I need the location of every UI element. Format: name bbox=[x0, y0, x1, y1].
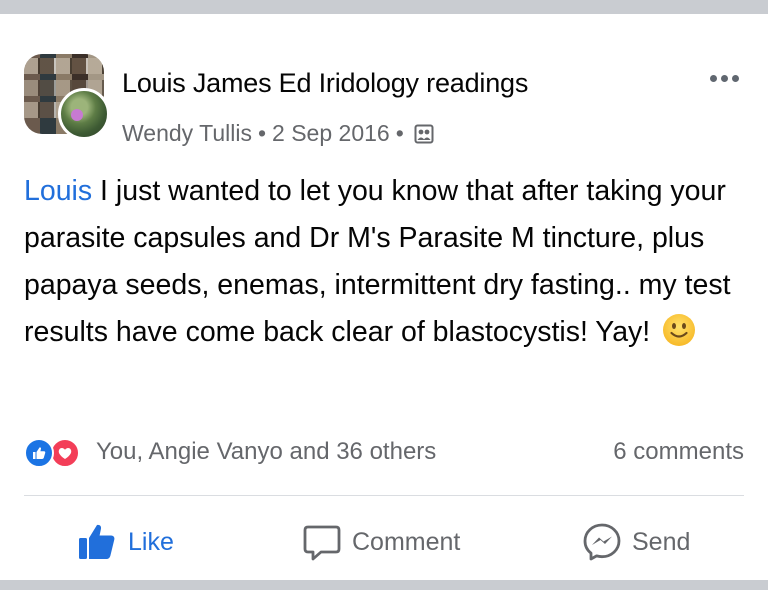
reactions-summary[interactable]: You, Angie Vanyo and 36 others 6 comment… bbox=[24, 434, 744, 472]
mention-link[interactable]: Louis bbox=[24, 175, 92, 207]
group-avatar[interactable] bbox=[24, 54, 110, 140]
like-button[interactable]: Like bbox=[76, 514, 174, 570]
messenger-icon bbox=[583, 523, 621, 561]
divider bbox=[24, 495, 744, 496]
author-avatar[interactable] bbox=[58, 88, 110, 140]
like-label: Like bbox=[128, 527, 174, 556]
post-card: Louis James Ed Iridology readings Wendy … bbox=[0, 14, 768, 580]
meta-separator: • bbox=[257, 120, 267, 146]
group-members-icon bbox=[414, 124, 434, 143]
more-options-button[interactable] bbox=[704, 66, 744, 90]
group-name[interactable]: Louis James Ed Iridology readings bbox=[122, 68, 528, 99]
comment-label: Comment bbox=[352, 527, 461, 556]
post-meta: Wendy Tullis • 2 Sep 2016 • bbox=[122, 120, 434, 147]
post-body: Louis I just wanted to let you know that… bbox=[24, 168, 744, 356]
post-text: I just wanted to let you know that after… bbox=[24, 175, 731, 348]
comment-icon bbox=[303, 525, 341, 561]
send-label: Send bbox=[632, 527, 691, 556]
post-date[interactable]: 2 Sep 2016 bbox=[272, 120, 390, 147]
comments-count[interactable]: 6 comments bbox=[613, 438, 744, 466]
reaction-count-text[interactable]: You, Angie Vanyo and 36 others bbox=[96, 438, 436, 466]
more-options-icon bbox=[709, 74, 717, 82]
post-header: Louis James Ed Iridology readings Wendy … bbox=[24, 54, 744, 154]
author-name[interactable]: Wendy Tullis bbox=[122, 120, 252, 147]
comment-button[interactable]: Comment bbox=[302, 514, 460, 570]
smiley-emoji-icon bbox=[663, 314, 696, 347]
meta-separator: • bbox=[395, 120, 404, 146]
thumbs-up-icon bbox=[79, 524, 115, 559]
action-bar: Like Comment Send bbox=[24, 514, 744, 570]
like-reaction-icon bbox=[24, 438, 54, 468]
love-reaction-icon bbox=[50, 438, 80, 468]
reaction-icons bbox=[24, 436, 90, 470]
send-button[interactable]: Send bbox=[582, 514, 690, 570]
